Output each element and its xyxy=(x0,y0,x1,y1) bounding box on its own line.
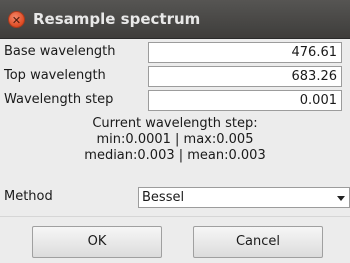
base-wavelength-input[interactable]: 476.61 xyxy=(148,42,342,63)
info-heading: Current wavelength step: xyxy=(92,116,258,131)
window-title: Resample spectrum xyxy=(33,10,201,28)
info-median-mean: median:0.003 | mean:0.003 xyxy=(84,148,266,163)
method-select[interactable]: Bessel xyxy=(138,187,350,208)
wavelength-step-input[interactable]: 0.001 xyxy=(148,90,342,111)
top-wavelength-label: Top wavelength xyxy=(4,68,106,83)
method-selected-value: Bessel xyxy=(142,190,185,205)
close-icon[interactable]: ✕ xyxy=(8,11,25,28)
top-wavelength-input[interactable]: 683.26 xyxy=(148,66,342,87)
wavelength-step-label: Wavelength step xyxy=(4,92,114,107)
ok-button[interactable]: OK xyxy=(32,226,162,258)
cancel-button[interactable]: Cancel xyxy=(193,226,323,258)
chevron-down-icon[interactable] xyxy=(337,196,345,201)
title-bar: ✕ Resample spectrum xyxy=(0,0,350,39)
method-label: Method xyxy=(4,189,53,204)
divider xyxy=(0,216,350,217)
base-wavelength-label: Base wavelength xyxy=(4,44,116,59)
info-min-max: min:0.0001 | max:0.005 xyxy=(96,132,254,147)
